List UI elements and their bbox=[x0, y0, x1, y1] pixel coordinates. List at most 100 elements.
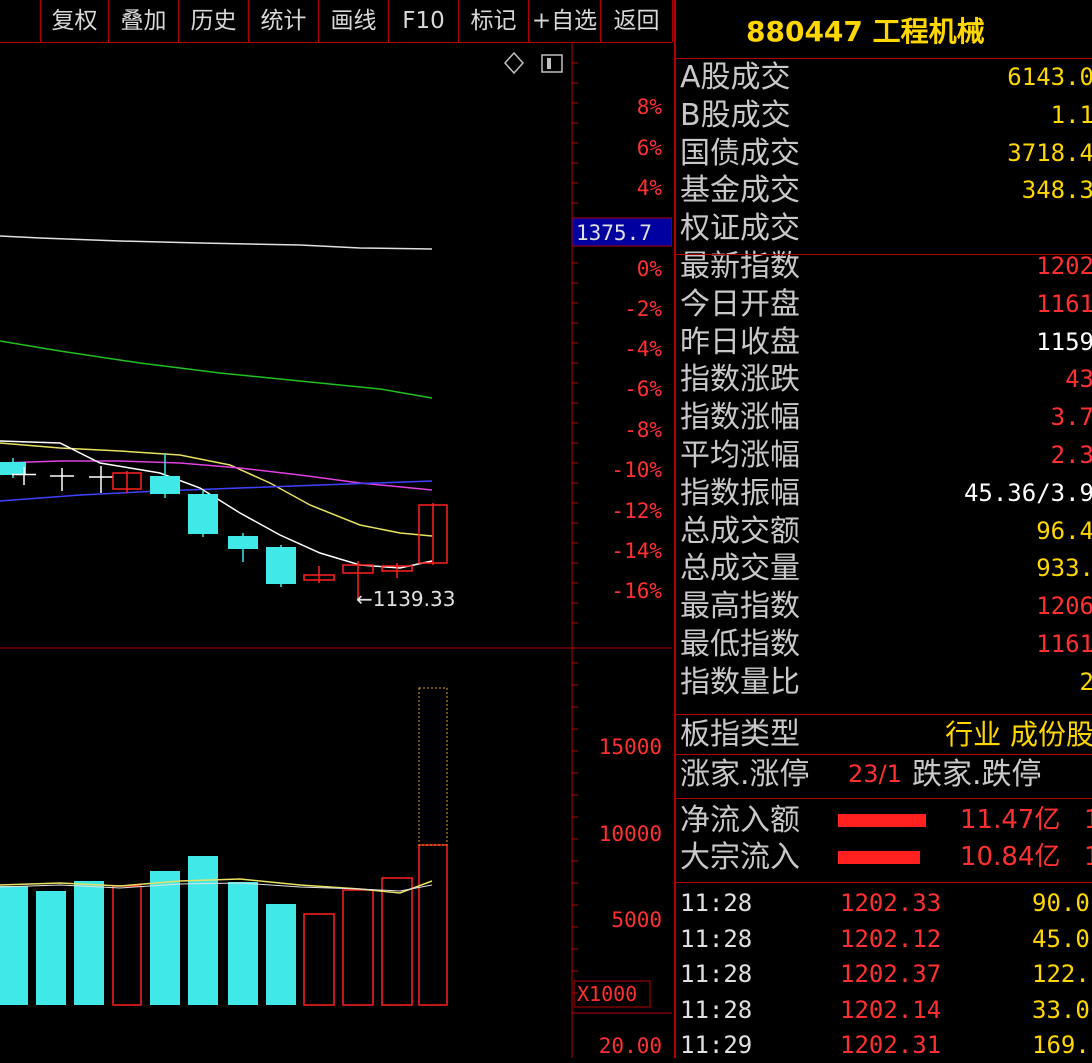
volume-label: 5000 bbox=[611, 908, 662, 932]
square-icon-inner bbox=[547, 58, 551, 69]
candle-body-down bbox=[228, 536, 258, 549]
toolbar-button-6[interactable]: 标记 bbox=[458, 0, 528, 42]
volume-bar-up bbox=[112, 885, 142, 1006]
quote-row-label: 权证成交 bbox=[680, 211, 800, 247]
tick-volume: 33.0 bbox=[1032, 995, 1090, 1024]
flow-bar bbox=[838, 851, 920, 864]
quote-row-value: 1159 bbox=[1036, 327, 1092, 356]
flow-value: 11.47亿 bbox=[960, 805, 1061, 835]
candle-body-down bbox=[188, 494, 218, 534]
flow-bar bbox=[838, 814, 926, 827]
tick-time: 11:28 bbox=[680, 924, 753, 953]
quote-row-value: 3.7 bbox=[1050, 403, 1092, 432]
pct-label: 8% bbox=[637, 95, 663, 119]
panel-separator bbox=[676, 882, 1092, 883]
tick-price: 1202.33 bbox=[840, 889, 942, 917]
board-type-row: 板指类型 行业 成份股 bbox=[676, 716, 1092, 753]
pct-label: -8% bbox=[624, 418, 662, 442]
price-marker: 1375.7 bbox=[576, 221, 652, 245]
updown-label1: 涨家.涨停 bbox=[680, 757, 810, 792]
toolbar-button-2[interactable]: 历史 bbox=[178, 0, 248, 42]
toolbar-button-1[interactable]: 叠加 bbox=[108, 0, 178, 42]
pct-label: -4% bbox=[624, 337, 662, 361]
toolbar-button-3[interactable]: 统计 bbox=[248, 0, 318, 42]
volume-bar-up bbox=[418, 844, 448, 1006]
pct-label: -14% bbox=[611, 539, 662, 563]
quote-row-value: 1206 bbox=[1036, 592, 1092, 621]
quote-row-value: 45.36/3.9 bbox=[963, 478, 1092, 507]
quote-row-label: 基金成交 bbox=[680, 173, 800, 209]
toolbar-button-4[interactable]: 画线 bbox=[318, 0, 388, 42]
quote-row-value: 2 bbox=[1079, 667, 1092, 696]
panel-separator bbox=[676, 714, 1092, 715]
quote-row: 指数振幅 45.36/3.9 bbox=[676, 475, 1092, 512]
quote-row-label: 国债成交 bbox=[680, 135, 800, 171]
quote-row-label: 最低指数 bbox=[680, 627, 800, 662]
pct-label: 6% bbox=[637, 136, 663, 160]
quote-row: 指数量比 2 bbox=[676, 664, 1092, 701]
pct-label: -2% bbox=[624, 297, 662, 321]
tick-volume: 90.0 bbox=[1032, 889, 1090, 917]
quote-row: 指数涨幅 3.7 bbox=[676, 399, 1092, 436]
quote-row-value: 348.3 bbox=[1021, 176, 1092, 205]
tick-price: 1202.12 bbox=[840, 924, 942, 953]
volume-unit: X1000 bbox=[577, 982, 637, 1006]
quote-row-value: 1161 bbox=[1036, 289, 1092, 318]
quote-row-value: 2.3 bbox=[1050, 441, 1092, 469]
quote-row: 总成交量 933. bbox=[676, 550, 1092, 587]
flow-row: 净流入额 11.47亿 1 bbox=[676, 802, 1092, 839]
diamond-icon[interactable] bbox=[503, 51, 525, 75]
quote-row-label: 平均涨幅 bbox=[680, 438, 800, 473]
quote-row-value: 6143.0 bbox=[1007, 63, 1092, 91]
volume-bar-up bbox=[342, 889, 374, 1006]
quote-row: 总成交额 96.4 bbox=[676, 513, 1092, 550]
quote-row-label: 指数涨跌 bbox=[680, 362, 800, 398]
quote-row: 今日开盘 1161 bbox=[676, 286, 1092, 323]
square-icon[interactable] bbox=[541, 54, 563, 73]
quote-row-value: 933. bbox=[1036, 554, 1092, 583]
flow-extra: 1 bbox=[1084, 802, 1092, 839]
quote-row-label: 昨日收盘 bbox=[680, 324, 800, 360]
volume-label: 15000 bbox=[599, 735, 662, 759]
tick-price: 1202.14 bbox=[840, 995, 942, 1024]
flow-label: 大宗流入 bbox=[680, 840, 800, 875]
panel-separator bbox=[676, 798, 1092, 799]
toolbar-button-0[interactable]: 复权 bbox=[40, 0, 108, 42]
quote-row-value: 1161 bbox=[1036, 630, 1092, 658]
volume-bar-down bbox=[150, 871, 180, 1005]
quote-row: 权证成交 bbox=[676, 210, 1092, 247]
toolbar-button-7[interactable]: +自选 bbox=[528, 0, 600, 42]
panel-separator bbox=[676, 254, 1092, 255]
volume-label: 10000 bbox=[599, 822, 662, 846]
candle-body-down bbox=[150, 476, 180, 494]
panel-title-bar: 880447 工程机械 bbox=[676, 0, 1092, 59]
candle-body-down bbox=[266, 547, 296, 584]
toolbar-button-8[interactable]: 返回 bbox=[600, 0, 672, 42]
pct-label: -16% bbox=[611, 579, 662, 603]
pct-label: 0% bbox=[637, 257, 663, 281]
quote-row: 最高指数 1206 bbox=[676, 588, 1092, 625]
toolbar: 复权 叠加 历史 统计 画线 F10 标记 +自选 返回 bbox=[0, 0, 673, 43]
tick-time: 11:28 bbox=[680, 960, 753, 988]
quote-row-label: A股成交 bbox=[680, 60, 791, 95]
quote-row-value: 43 bbox=[1065, 365, 1092, 394]
toolbar-button-5[interactable]: F10 bbox=[388, 0, 458, 42]
quote-row: 指数涨跌 43 bbox=[676, 361, 1092, 398]
pct-label: 4% bbox=[637, 176, 663, 200]
quote-row: 昨日收盘 1159 bbox=[676, 324, 1092, 361]
volume-bar-projection bbox=[418, 687, 448, 846]
kline-svg[interactable]: 8% 6% 4% 0% -2% -4% -6% -8% -10% -12% -14% -16% 1375… bbox=[0, 43, 672, 1058]
quote-row-label: 指数量比 bbox=[680, 664, 800, 700]
tick-time: 11:28 bbox=[680, 889, 753, 917]
flow-value: 10.84亿 bbox=[960, 842, 1061, 872]
quote-row-label: 指数涨幅 bbox=[680, 400, 800, 436]
pct-label: -10% bbox=[611, 458, 662, 482]
kline-chart[interactable]: 8% 6% 4% 0% -2% -4% -6% -8% -10% -12% -14% -16% 1375… bbox=[0, 43, 672, 1058]
volume-bar-up bbox=[303, 913, 335, 1006]
tick-row: 11:28 1202.37 122. bbox=[680, 957, 1090, 992]
quote-row-label: 总成交量 bbox=[680, 551, 800, 587]
volume-bar-down bbox=[188, 856, 218, 1005]
tick-price: 1202.37 bbox=[840, 960, 942, 988]
quote-row-label: 指数振幅 bbox=[680, 475, 800, 511]
quote-row-label: 今日开盘 bbox=[680, 286, 800, 322]
